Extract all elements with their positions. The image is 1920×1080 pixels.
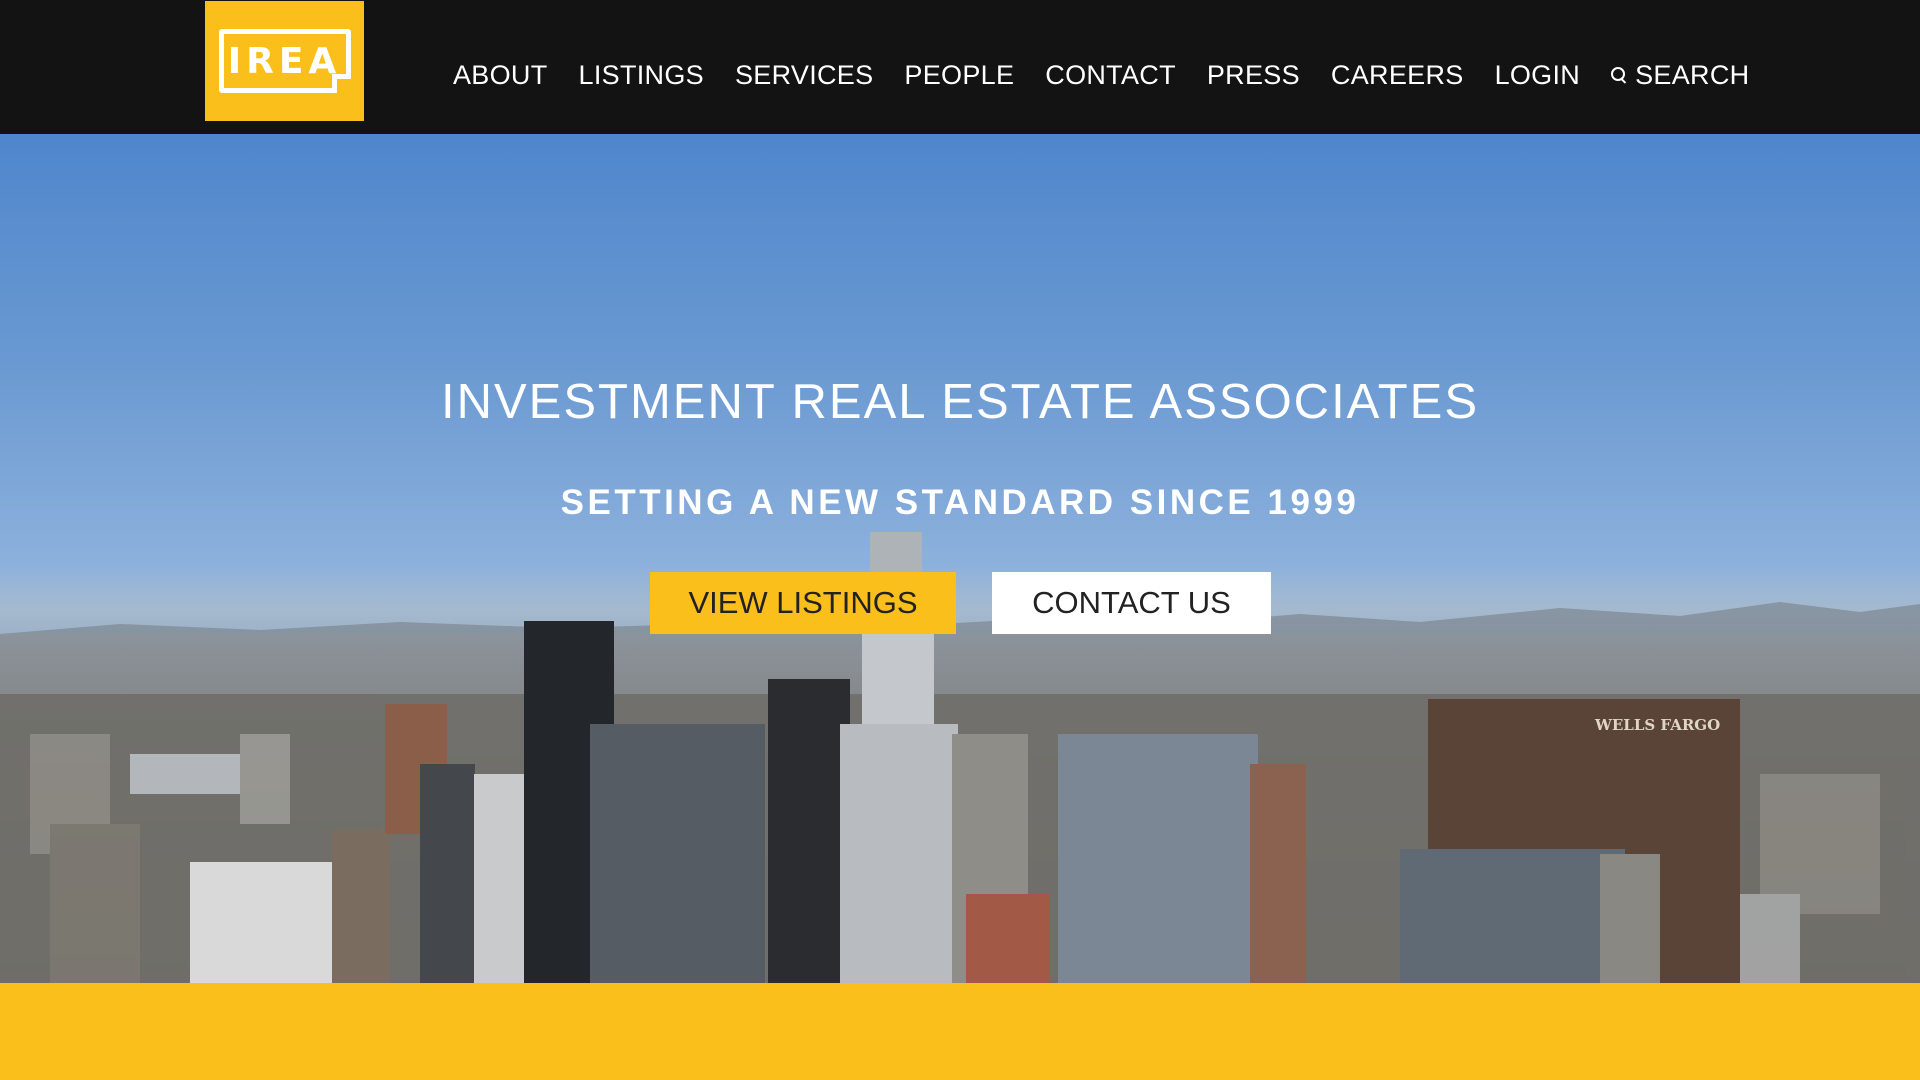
search-icon bbox=[1611, 67, 1627, 83]
nav-about[interactable]: ABOUT bbox=[453, 60, 548, 91]
irea-logo[interactable]: IREA bbox=[205, 1, 364, 121]
contact-us-button[interactable]: CONTACT US bbox=[992, 572, 1271, 634]
nav-press[interactable]: PRESS bbox=[1207, 60, 1300, 91]
nav-people[interactable]: PEOPLE bbox=[904, 60, 1014, 91]
hero-title: INVESTMENT REAL ESTATE ASSOCIATES bbox=[440, 375, 1480, 429]
view-listings-button[interactable]: VIEW LISTINGS bbox=[650, 572, 956, 634]
nav-search[interactable]: SEARCH bbox=[1611, 60, 1749, 91]
nav-listings[interactable]: LISTINGS bbox=[579, 60, 704, 91]
nav-login[interactable]: LOGIN bbox=[1495, 60, 1581, 91]
nav-contact[interactable]: CONTACT bbox=[1045, 60, 1176, 91]
site-header: IREA ABOUT LISTINGS SERVICES PEOPLE CONT… bbox=[0, 0, 1920, 134]
logo-frame: IREA bbox=[218, 29, 351, 93]
nav-services[interactable]: SERVICES bbox=[735, 60, 873, 91]
downtown-skyline: WELLS FARGO bbox=[0, 532, 1920, 983]
nav-careers[interactable]: CAREERS bbox=[1331, 60, 1464, 91]
wells-fargo-sign: WELLS FARGO bbox=[1594, 716, 1720, 734]
hero-banner: WELLS FARGO INVESTMENT REAL ESTATE ASSOC… bbox=[0, 134, 1920, 983]
nav-search-label: SEARCH bbox=[1635, 59, 1750, 90]
main-nav: ABOUT LISTINGS SERVICES PEOPLE CONTACT P… bbox=[453, 54, 1749, 96]
logo-text: IREA bbox=[227, 40, 342, 82]
hero-subtitle: SETTING A NEW STANDARD SINCE 1999 bbox=[560, 483, 1360, 522]
yellow-footer-band bbox=[0, 983, 1920, 1080]
